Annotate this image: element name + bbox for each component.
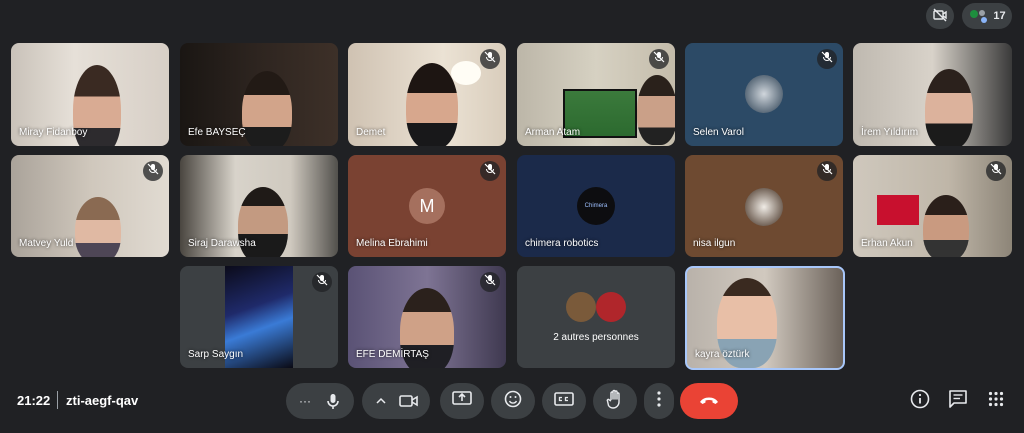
- mic-off-icon: [821, 50, 833, 68]
- mic-off-icon: [147, 162, 159, 180]
- leave-call-button[interactable]: [680, 383, 738, 419]
- mic-off-icon: [484, 162, 496, 180]
- profile-avatar: [745, 188, 783, 226]
- captions-icon: [554, 391, 574, 411]
- participant-tile[interactable]: M Melina Ebrahimi: [348, 155, 506, 257]
- present-button[interactable]: [440, 383, 484, 419]
- chevron-up-icon[interactable]: [368, 394, 394, 408]
- participant-video: [75, 197, 121, 257]
- avatar-logo-text: Chimera: [584, 203, 608, 209]
- mic-off-icon: [484, 273, 496, 291]
- participant-tile[interactable]: nisa ilgun: [685, 155, 843, 257]
- mic-off-indicator: [817, 161, 837, 181]
- participant-name: EFE DEMİRTAŞ: [356, 349, 429, 360]
- participant-name: Selen Varol: [693, 127, 744, 138]
- participant-tile[interactable]: Demet: [348, 43, 506, 146]
- flag: [877, 195, 919, 225]
- mic-icon[interactable]: [318, 392, 348, 410]
- participant-name: Melina Ebrahimi: [356, 238, 428, 249]
- participant-video: [923, 195, 969, 257]
- profile-avatar: Chimera: [577, 187, 615, 225]
- mic-off-icon: [484, 50, 496, 68]
- ceiling-light: [451, 61, 481, 85]
- participant-video: [242, 71, 292, 146]
- activities-button[interactable]: [984, 389, 1008, 413]
- participant-tile[interactable]: Miray Fidanboy: [11, 43, 169, 146]
- participant-count: 17: [993, 10, 1006, 22]
- participant-name: Matvey Yuld: [19, 238, 74, 249]
- emoji-icon: [504, 390, 522, 413]
- participant-tile[interactable]: Matvey Yuld: [11, 155, 169, 257]
- captions-button[interactable]: [542, 383, 586, 419]
- participant-tile[interactable]: Efe BAYSEÇ: [180, 43, 338, 146]
- participant-name: Miray Fidanboy: [19, 127, 88, 138]
- mic-off-icon: [653, 50, 665, 68]
- profile-avatar: M: [409, 188, 445, 224]
- avatar-letter: M: [419, 195, 435, 216]
- participant-tile[interactable]: Erhan Akun: [853, 155, 1012, 257]
- participant-tile[interactable]: Sarp Saygın: [180, 266, 338, 368]
- meeting-details-button[interactable]: [908, 389, 932, 413]
- participant-video: [925, 69, 973, 146]
- participant-tile[interactable]: Arman Atam: [517, 43, 675, 146]
- people-icon: [968, 8, 990, 24]
- others-tile[interactable]: 2 autres personnes: [517, 266, 675, 368]
- more-options-button[interactable]: [644, 383, 674, 419]
- more-vert-icon: [657, 390, 661, 412]
- chat-icon: [948, 389, 968, 414]
- more-options-icon[interactable]: ···: [292, 394, 318, 408]
- raise-hand-icon: [606, 389, 624, 414]
- present-icon: [452, 390, 472, 412]
- mic-off-indicator: [143, 161, 163, 181]
- camera-off-indicator[interactable]: [926, 3, 954, 29]
- participant-video: [637, 75, 675, 145]
- divider: [57, 391, 58, 409]
- info-icon: [910, 389, 930, 414]
- participant-name: Erhan Akun: [861, 238, 913, 249]
- chat-button[interactable]: [946, 389, 970, 413]
- others-avatar: [566, 292, 596, 322]
- mic-off-icon: [316, 273, 328, 291]
- top-bar: 17: [0, 0, 1024, 34]
- participant-name: Efe BAYSEÇ: [188, 127, 246, 138]
- apps-icon: [988, 391, 1004, 412]
- participant-video: [406, 63, 458, 146]
- participant-tile[interactable]: İrem Yıldırım: [853, 43, 1012, 146]
- camera-icon[interactable]: [394, 394, 424, 408]
- participant-name: chimera robotics: [525, 238, 599, 249]
- profile-avatar: [745, 75, 783, 113]
- participant-name: Siraj Darawsha: [188, 238, 256, 249]
- emoji-button[interactable]: [491, 383, 535, 419]
- participant-tile[interactable]: Chimera chimera robotics: [517, 155, 675, 257]
- mic-off-indicator: [480, 49, 500, 69]
- mic-off-indicator: [480, 272, 500, 292]
- participant-tile[interactable]: EFE DEMİRTAŞ: [348, 266, 506, 368]
- camera-group: [362, 383, 430, 419]
- participant-name: Demet: [356, 127, 386, 138]
- participant-name: İrem Yıldırım: [861, 127, 919, 138]
- mic-off-indicator: [649, 49, 669, 69]
- participant-tile[interactable]: Selen Varol: [685, 43, 843, 146]
- mic-group: ···: [286, 383, 354, 419]
- mic-off-icon: [821, 162, 833, 180]
- camera-off-icon: [932, 7, 948, 26]
- mic-off-indicator: [986, 161, 1006, 181]
- participant-tile[interactable]: Siraj Darawsha: [180, 155, 338, 257]
- mic-off-indicator: [312, 272, 332, 292]
- participant-tile-active[interactable]: kayra öztürk: [685, 266, 845, 370]
- participant-name: Sarp Saygın: [188, 349, 244, 360]
- others-avatar: [596, 292, 626, 322]
- mic-off-indicator: [480, 161, 500, 181]
- meeting-code: zti-aegf-qav: [66, 393, 139, 408]
- participant-name: nisa ilgun: [693, 238, 736, 249]
- hangup-icon: [698, 392, 720, 410]
- participant-name: kayra öztürk: [695, 349, 750, 360]
- mic-off-indicator: [817, 49, 837, 69]
- raise-hand-button[interactable]: [593, 383, 637, 419]
- participant-name: Arman Atam: [525, 127, 581, 138]
- meeting-time: 21:22: [17, 393, 51, 408]
- others-label: 2 autres personnes: [553, 332, 639, 343]
- mic-off-icon: [990, 162, 1002, 180]
- participants-button[interactable]: 17: [962, 3, 1012, 29]
